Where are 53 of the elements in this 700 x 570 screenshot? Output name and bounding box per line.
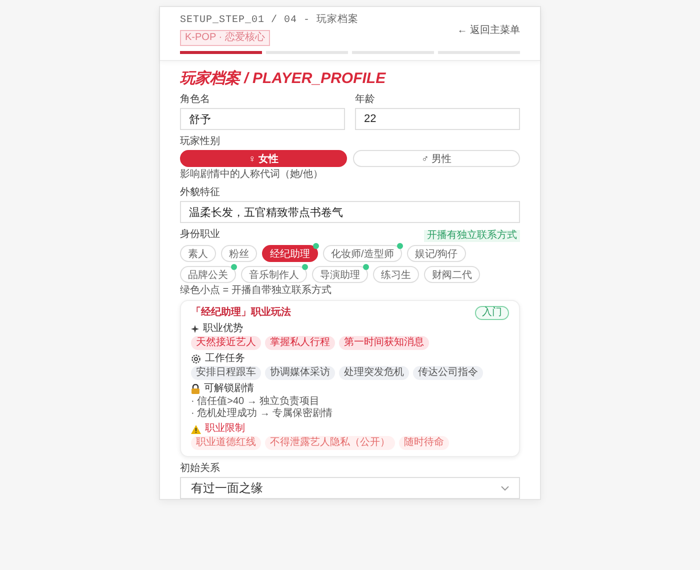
back-link[interactable]: ← 返回主菜单	[457, 24, 520, 36]
lock-icon	[191, 384, 200, 394]
profession-chip[interactable]: 品牌公关	[180, 266, 236, 283]
profession-chip[interactable]: 练习生	[373, 266, 419, 283]
text-field[interactable]: 舒予	[180, 108, 345, 130]
relation-select[interactable]: 有过一面之缘	[180, 477, 520, 499]
gear-icon	[191, 354, 201, 364]
field-label: 角色名	[180, 94, 211, 106]
select-value: 有过一面之缘	[191, 482, 263, 494]
text-field[interactable]: 温柔长发，五官精致带点书卷气	[180, 201, 520, 223]
hint-text: 影响剧情中的人称代词（她/他）	[180, 169, 324, 181]
career-title: 「经纪助理」职业玩法	[191, 307, 291, 319]
sparkle-icon	[191, 325, 199, 333]
tag: 掌握私人行程	[265, 336, 335, 350]
unlock-condition: · 危机处理成功 → 专属保密剧情	[191, 408, 334, 420]
section-title: 工作任务	[205, 353, 245, 365]
profession-chip[interactable]: 导演助理	[312, 266, 368, 283]
text-field[interactable]: 22	[355, 108, 520, 130]
gender-option[interactable]: ♀ 女性	[180, 150, 347, 167]
field-label: 玩家性别	[180, 136, 221, 148]
profession-chip[interactable]: 粉丝	[221, 245, 257, 262]
profession-chip[interactable]: 音乐制作人	[241, 266, 307, 283]
section-title: 职业优势	[203, 323, 243, 335]
field-label: 外貌特征	[180, 187, 221, 199]
section-title: 职业限制	[205, 423, 245, 435]
profession-chip[interactable]: 经纪助理	[262, 245, 318, 262]
tag: 协调媒体采访	[265, 366, 335, 380]
genre-tag: K-POP · 恋爱核心	[180, 30, 270, 46]
profession-chip[interactable]: 化妆师/造型师	[323, 245, 402, 262]
tag: 职业道德红线	[191, 436, 261, 450]
field-label: 身份职业	[180, 229, 220, 241]
gender-option[interactable]: ♂ 男性	[353, 150, 520, 167]
tag: 传达公司指令	[413, 366, 483, 380]
warning-icon	[191, 424, 201, 434]
step-indicator: SETUP_STEP_01 / 04 - 玩家档案	[180, 15, 359, 27]
profession-chip[interactable]: 素人	[180, 245, 216, 262]
tag: 处理突发危机	[339, 366, 409, 380]
legend-text: 绿色小点 = 开播自带独立联系方式	[180, 285, 332, 297]
tag: 不得泄露艺人隐私（公开）	[265, 436, 395, 450]
unlock-condition: · 信任值>40 → 独立负责项目	[191, 396, 321, 408]
profession-chip[interactable]: 财阀二代	[424, 266, 480, 283]
field-label: 年龄	[355, 94, 376, 106]
difficulty-badge: 入门	[475, 306, 509, 320]
chevron-down-icon	[501, 486, 509, 490]
field-label: 初始关系	[180, 463, 221, 475]
tag: 天然接近艺人	[191, 336, 261, 350]
tag: 第一时间获知消息	[339, 336, 429, 350]
section-title: 可解锁剧情	[204, 383, 254, 395]
tag: 安排日程跟车	[191, 366, 261, 380]
legend-badge: 开播有独立联系方式	[424, 230, 520, 242]
profession-chip[interactable]: 娱记/狗仔	[406, 245, 466, 262]
page-title: 玩家档案 / PLAYER_PROFILE	[180, 70, 387, 88]
tag: 随时待命	[399, 436, 449, 450]
